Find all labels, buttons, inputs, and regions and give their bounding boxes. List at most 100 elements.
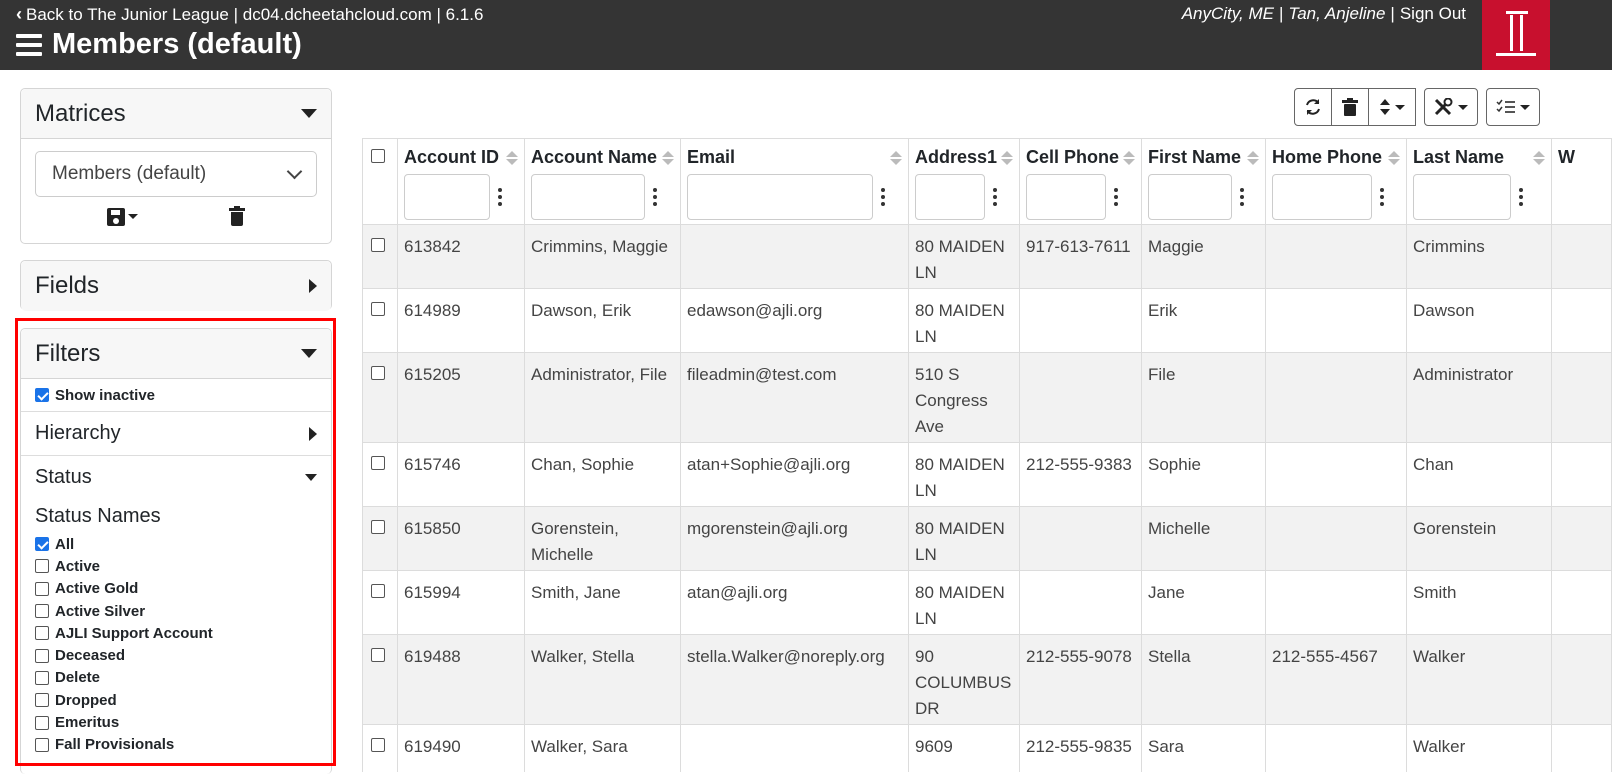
table-cell: Sara: [1141, 724, 1266, 772]
table-cell: Walker: [1406, 634, 1552, 725]
delete-rows-button[interactable]: [1331, 88, 1369, 126]
sort-icon[interactable]: [1247, 151, 1259, 165]
table-cell: [1551, 352, 1612, 443]
table-cell: 615746: [397, 442, 525, 507]
kebab-menu-icon[interactable]: [881, 188, 885, 206]
user-name-link[interactable]: Tan, Anjeline: [1288, 4, 1385, 24]
column-title: Cell Phone: [1026, 147, 1120, 167]
sort-dropdown-button[interactable]: [1368, 88, 1416, 126]
row-checkbox[interactable]: [371, 238, 385, 252]
sort-icon[interactable]: [1123, 151, 1135, 165]
column-filter-input[interactable]: [404, 174, 490, 220]
column-title: Account Name: [531, 147, 658, 167]
row-select-cell: [362, 634, 398, 725]
column-header[interactable]: Home Phone: [1265, 138, 1407, 225]
row-checkbox[interactable]: [371, 456, 385, 470]
column-filter-input[interactable]: [1148, 174, 1232, 220]
table-row[interactable]: 615850 Gorenstein, Michelle mgorenstein@aj…: [362, 506, 1612, 571]
table-cell: 619490: [397, 724, 525, 772]
fields-title: Fields: [35, 272, 100, 299]
table-cell: 212-555-9383: [1019, 442, 1142, 507]
tools-dropdown-button[interactable]: [1424, 88, 1478, 126]
table-cell: 212-555-9078: [1019, 634, 1142, 725]
tools-icon: [1434, 98, 1453, 116]
back-link[interactable]: ‹ Back to The Junior League | dc04.dchee…: [16, 4, 483, 25]
table-cell: [1551, 724, 1612, 772]
row-checkbox[interactable]: [371, 520, 385, 534]
separator: |: [1390, 4, 1395, 23]
kebab-menu-icon[interactable]: [993, 188, 997, 206]
sort-icon[interactable]: [1533, 151, 1545, 165]
sort-icon[interactable]: [890, 151, 902, 165]
column-title: Last Name: [1413, 147, 1505, 167]
column-header[interactable]: First Name: [1141, 138, 1266, 225]
column-filter-input[interactable]: [1272, 174, 1372, 220]
sort-icon[interactable]: [506, 151, 518, 165]
save-dropdown-button[interactable]: [106, 207, 138, 226]
sign-out-link[interactable]: Sign Out: [1400, 4, 1466, 24]
table-cell: 80 MAIDEN LN: [908, 570, 1020, 635]
table-row[interactable]: 619488 Walker, Stella stella.Walker@norepl…: [362, 634, 1612, 725]
column-filter: [531, 174, 674, 220]
delete-matrix-button[interactable]: [229, 206, 246, 226]
column-filter-input[interactable]: [1026, 174, 1106, 220]
column-filter: [1272, 174, 1400, 220]
junior-league-logo[interactable]: [1482, 0, 1550, 70]
sort-icon[interactable]: [1388, 151, 1400, 165]
kebab-menu-icon[interactable]: [1240, 188, 1244, 206]
table-cell: Gorenstein, Michelle: [524, 506, 681, 571]
table-cell: Stella: [1141, 634, 1266, 725]
fields-header[interactable]: Fields: [21, 261, 331, 311]
menu-icon[interactable]: [16, 33, 42, 56]
row-select-cell: [362, 224, 398, 289]
column-header[interactable]: Address1: [908, 138, 1020, 225]
refresh-button[interactable]: [1294, 88, 1332, 126]
row-checkbox[interactable]: [371, 648, 385, 662]
column-filter-input[interactable]: [1413, 174, 1511, 220]
column-title-row: First Name: [1148, 147, 1259, 168]
table-row[interactable]: 619490 Walker, Sara 9609 212-555-9835 Sara Wa…: [362, 724, 1612, 772]
table-cell: Erik: [1141, 288, 1266, 353]
row-checkbox[interactable]: [371, 584, 385, 598]
kebab-menu-icon[interactable]: [653, 188, 657, 206]
sort-icon: [1380, 99, 1390, 115]
select-all-checkbox[interactable]: [371, 149, 385, 163]
row-checkbox[interactable]: [371, 366, 385, 380]
table-row[interactable]: 615994 Smith, Jane atan@ajli.org 80 MAIDEN …: [362, 570, 1612, 635]
row-checkbox[interactable]: [371, 302, 385, 316]
top-bar: ‹ Back to The Junior League | dc04.dchee…: [0, 0, 1612, 70]
column-header[interactable]: Cell Phone: [1019, 138, 1142, 225]
kebab-menu-icon[interactable]: [1380, 188, 1384, 206]
table-row[interactable]: 613842 Crimmins, Maggie 80 MAIDEN LN 917-61…: [362, 224, 1612, 289]
table-cell: 615205: [397, 352, 525, 443]
table-cell: [680, 724, 909, 772]
table-row[interactable]: 614989 Dawson, Erik edawson@ajli.org 80 MAI…: [362, 288, 1612, 353]
row-checkbox[interactable]: [371, 738, 385, 752]
matrices-header[interactable]: Matrices: [21, 89, 331, 139]
table-cell: edawson@ajli.org: [680, 288, 909, 353]
table-row[interactable]: 615746 Chan, Sophie atan+Sophie@ajli.org 80…: [362, 442, 1612, 507]
table-row[interactable]: 615205 Administrator, File fileadmin@test.…: [362, 352, 1612, 443]
column-filter-input[interactable]: [915, 174, 985, 220]
sort-icon[interactable]: [662, 151, 674, 165]
table-cell: fileadmin@test.com: [680, 352, 909, 443]
location-link[interactable]: AnyCity, ME: [1182, 4, 1274, 24]
grid-toolbar: [1294, 88, 1540, 126]
kebab-menu-icon[interactable]: [1519, 188, 1523, 206]
column-header[interactable]: W: [1551, 138, 1612, 225]
table-cell: File: [1141, 352, 1266, 443]
kebab-menu-icon[interactable]: [1114, 188, 1118, 206]
column-filter-input[interactable]: [531, 174, 645, 220]
table-cell: [1551, 288, 1612, 353]
column-header[interactable]: Last Name: [1406, 138, 1552, 225]
column-filter: [1148, 174, 1259, 220]
column-filter-input[interactable]: [687, 174, 873, 220]
kebab-menu-icon[interactable]: [498, 188, 502, 206]
column-header[interactable]: Email: [680, 138, 909, 225]
sort-icon[interactable]: [1001, 151, 1013, 165]
column-header[interactable]: Account ID: [397, 138, 525, 225]
matrix-select[interactable]: Members (default): [35, 151, 317, 197]
table-cell: Gorenstein: [1406, 506, 1552, 571]
column-options-dropdown-button[interactable]: [1486, 88, 1540, 126]
column-header[interactable]: Account Name: [524, 138, 681, 225]
